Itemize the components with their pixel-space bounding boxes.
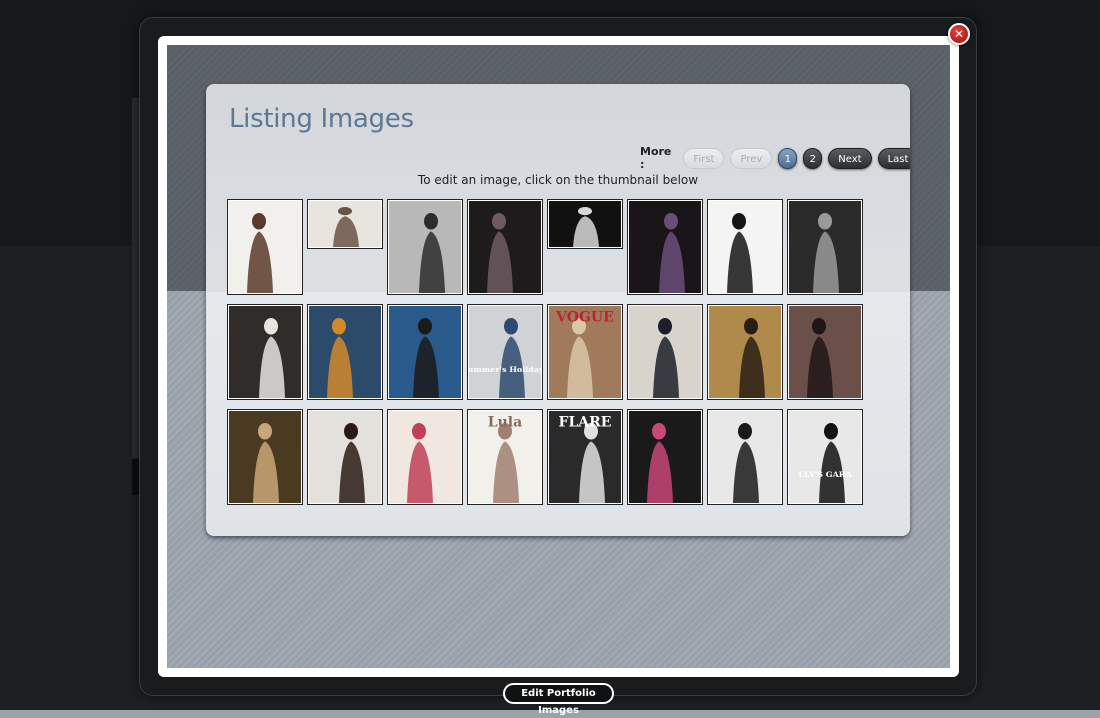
portfolio-thumbnail[interactable]	[307, 199, 383, 249]
thumbnail-photo	[309, 411, 381, 503]
close-button[interactable]: ✕	[948, 23, 970, 45]
thumbnail-photo: VOGUE	[549, 306, 621, 398]
instruction-text: To edit an image, click on the thumbnail…	[417, 173, 699, 187]
portfolio-thumbnail[interactable]	[387, 409, 463, 505]
portfolio-thumbnail[interactable]	[627, 409, 703, 505]
portfolio-thumbnail[interactable]	[307, 304, 383, 400]
portfolio-thumbnail[interactable]: VOGUE	[547, 304, 623, 400]
first-page-button[interactable]: First	[683, 147, 725, 169]
thumbnail-photo	[629, 411, 701, 503]
portfolio-thumbnail[interactable]	[227, 199, 303, 295]
thumbnail-caption: LLY'S GARA	[798, 470, 852, 479]
portfolio-thumbnail[interactable]: LLY'S GARA	[787, 409, 863, 505]
thumbnail-caption: Lula	[488, 415, 522, 431]
thumbnail-caption: FLARE	[559, 415, 612, 431]
thumbnail-photo	[229, 411, 301, 503]
portfolio-thumbnail[interactable]: Lula	[467, 409, 543, 505]
thumbnail-photo	[789, 306, 861, 398]
thumbnail-photo	[709, 201, 781, 293]
portfolio-thumbnail[interactable]	[387, 304, 463, 400]
thumbnail-photo	[389, 306, 461, 398]
portfolio-thumbnail[interactable]	[787, 199, 863, 295]
portfolio-thumbnail[interactable]	[227, 304, 303, 400]
thumbnail-photo	[629, 306, 701, 398]
portfolio-thumbnail[interactable]	[707, 304, 783, 400]
thumbnail-photo: Lula	[469, 411, 541, 503]
thumbnail-caption: VOGUE	[555, 310, 614, 326]
portfolio-thumbnail[interactable]	[707, 199, 783, 295]
thumbnail-photo	[309, 306, 381, 398]
thumbnail-caption: Summer's Holidays	[469, 365, 541, 374]
thumbnail-photo	[229, 306, 301, 398]
portfolio-thumbnail[interactable]	[627, 304, 703, 400]
last-page-button[interactable]: Last	[877, 147, 910, 169]
portfolio-thumbnail[interactable]	[547, 199, 623, 249]
thumbnail-photo	[309, 201, 381, 247]
portfolio-thumbnail[interactable]: FLARE	[547, 409, 623, 505]
pagination-label: More :	[640, 145, 672, 171]
prev-page-button[interactable]: Prev	[730, 147, 773, 169]
portfolio-thumbnail[interactable]	[227, 409, 303, 505]
thumbnail-photo	[229, 201, 301, 293]
thumbnail-photo	[389, 411, 461, 503]
thumbnail-photo	[709, 411, 781, 503]
thumbnail-photo: FLARE	[549, 411, 621, 503]
thumbnail-photo	[789, 201, 861, 293]
panel-title: Listing Images	[229, 104, 414, 134]
listing-images-panel: Listing Images More : First Prev 1 2 Nex…	[206, 84, 910, 536]
thumbnail-photo	[709, 306, 781, 398]
thumbnail-photo	[629, 201, 701, 293]
thumbnail-grid: Summer's Holidays VOGUE Lula FLARE LLY'S GAR…	[227, 199, 863, 505]
portfolio-thumbnail[interactable]	[627, 199, 703, 295]
edit-portfolio-images-caption: Edit Portfolio Images	[503, 683, 614, 716]
portfolio-thumbnail[interactable]	[307, 409, 383, 505]
pagination: More : First Prev 1 2 Next Last	[640, 145, 910, 171]
portfolio-thumbnail[interactable]	[707, 409, 783, 505]
thumbnail-photo	[469, 201, 541, 293]
portfolio-thumbnail[interactable]: Summer's Holidays	[467, 304, 543, 400]
page-1-button[interactable]: 1	[778, 147, 798, 169]
thumbnail-photo	[389, 201, 461, 293]
close-icon: ✕	[953, 27, 965, 41]
portfolio-thumbnail[interactable]	[387, 199, 463, 295]
next-page-button[interactable]: Next	[828, 147, 872, 169]
thumbnail-photo	[549, 201, 621, 247]
thumbnail-photo: LLY'S GARA	[789, 411, 861, 503]
portfolio-thumbnail[interactable]	[467, 199, 543, 295]
portfolio-thumbnail[interactable]	[787, 304, 863, 400]
thumbnail-photo: Summer's Holidays	[469, 306, 541, 398]
page-2-button[interactable]: 2	[803, 147, 823, 169]
